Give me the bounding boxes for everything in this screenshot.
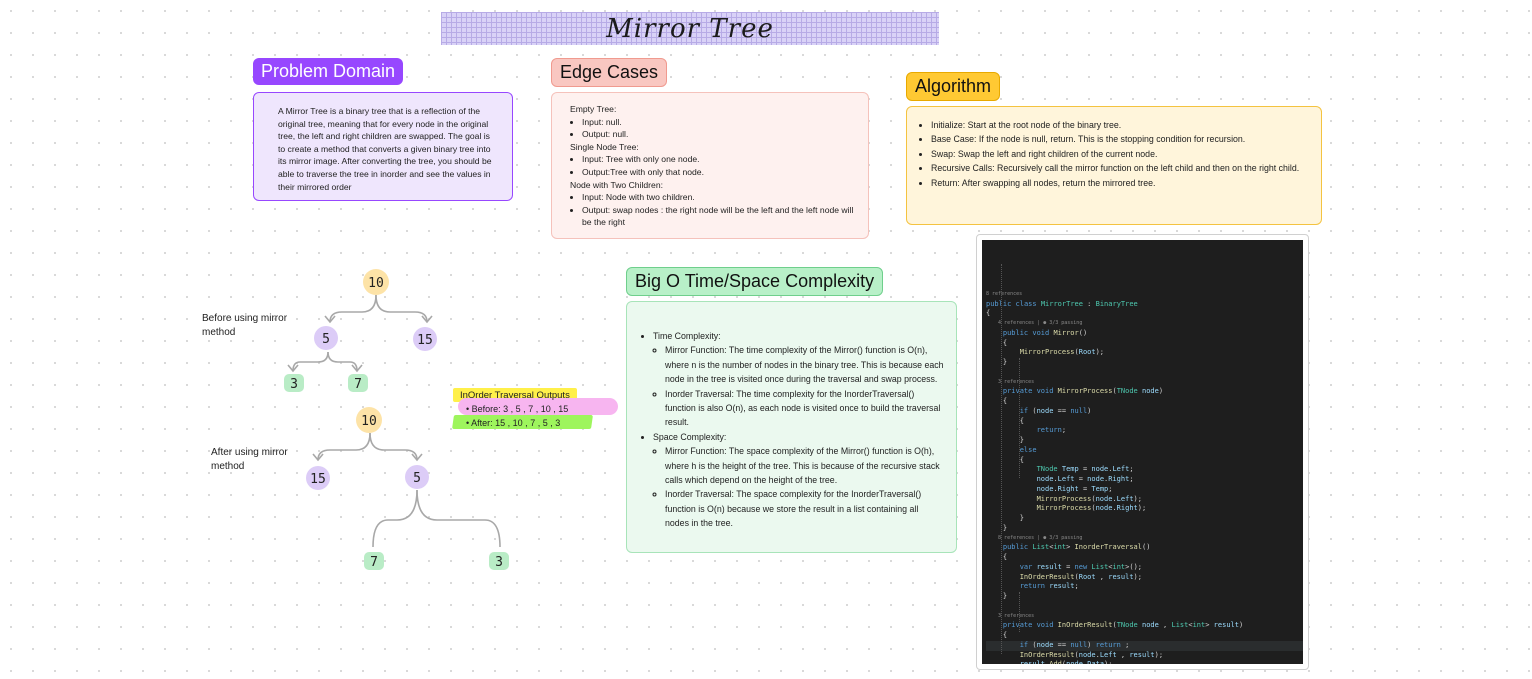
tree-after-left-value: 15 [310,472,326,487]
code-line: public List<int> InorderTraversal() [1002,543,1151,552]
tree-before-root-value: 10 [368,276,384,291]
code-line: node.Left = node.Right; [1036,475,1134,483]
big-o-section-title: Time Complexity: [653,331,721,341]
algorithm-step: Swap: Swap the left and right children o… [931,147,1311,161]
code-line: } [986,358,1008,366]
tree-before-left-value: 5 [322,332,330,347]
page-title: Mirror Tree [606,13,774,44]
code-line: result.Add(node.Data); [986,660,1303,664]
code-line: { [986,338,1008,347]
tree-after-root-node: 10 [356,407,382,433]
algorithm-step: Initialize: Start at the root node of th… [931,118,1311,132]
code-line: InOrderResult(node.Left , result); [1019,650,1164,659]
tree-before-left-left-node: 3 [284,374,304,392]
code-codelens: 8 references [986,290,1023,297]
big-o-card: Time Complexity: Mirror Function: The tim… [626,301,957,553]
code-line: MirrorProcess(node.Left); [1036,494,1142,503]
big-o-list: Time Complexity: Mirror Function: The tim… [641,329,944,531]
code-line: { [986,397,1008,405]
algorithm-step: Return: After swapping all nodes, return… [931,176,1311,190]
code-line: var result = new List<int>(); [1019,562,1143,571]
code-codelens: 4 references | ● 3/3 passing [986,320,1083,326]
big-o-heading: Big O Time/Space Complexity [626,267,884,296]
code-codelens: 8 references | ● 3/3 passing [986,534,1083,541]
tree-before-left-left-value: 3 [290,377,298,392]
tree-after-right-node: 5 [405,465,429,489]
code-line: { [986,553,1008,561]
code-codelens: 3 references [986,612,1035,619]
tree-after-right-right-node: 3 [489,552,509,570]
big-o-section: Time Complexity: Mirror Function: The tim… [653,329,944,430]
code-editor: 8 references public class MirrorTree : Bi… [982,240,1303,664]
tree-after-left-node: 15 [306,466,330,490]
edge-case-item: Output:Tree with only that node. [582,166,858,179]
code-line: return; [1036,426,1067,435]
tree-before-left-right-value: 7 [354,377,362,392]
big-o-section-title: Space Complexity: [653,431,727,442]
code-line: } [986,523,1008,532]
algorithm-heading: Algorithm [906,72,1001,101]
code-line: } [986,514,1024,522]
code-codelens: 3 references [986,378,1035,385]
tree-after-right-left-value: 7 [370,555,378,570]
code-line: { [986,309,991,318]
tree-after-label: After using mirror method [211,447,288,472]
big-o-section: Space Complexity: Mirror Function: The sp… [653,430,944,531]
tree-before-left-right-node: 7 [348,374,368,392]
code-line: private void InOrderResult(TNode node , … [1002,621,1244,630]
tree-after-right-value: 5 [413,471,421,486]
tree-diagram: 10 5 15 3 7 10 15 5 7 3 [284,269,509,570]
tree-before-right-value: 15 [417,333,433,348]
code-line: node.Right = Temp; [1036,484,1113,493]
big-o-item: Mirror Function: The time complexity of … [665,343,944,386]
algorithm-step: Base Case: If the node is null, return. … [931,132,1311,146]
tree-before-left-node: 5 [314,326,338,350]
code-line: { [986,631,1008,639]
big-o-item: Mirror Function: The space complexity of… [665,444,944,487]
big-o-item: Inorder Traversal: The time complexity f… [665,387,944,430]
code-line: public void Mirror() [1002,328,1088,337]
code-snippet-frame: 8 references public class MirrorTree : Bi… [976,234,1309,670]
tree-before-right-node: 15 [413,327,437,351]
inorder-title: InOrder Traversal Outputs [460,390,570,401]
algorithm-list: Initialize: Start at the root node of th… [919,118,1311,190]
algorithm-step: Recursive Calls: Recursively call the mi… [931,161,1311,175]
tree-before-root-node: 10 [363,269,389,295]
inorder-before: • Before: 3 , 5 , 7 , 10 , 15 [466,404,569,414]
code-line: if (node == null) [1019,406,1092,415]
code-line: return result; [1019,582,1079,591]
tree-after-right-right-value: 3 [495,555,503,570]
code-line: } [986,436,1024,444]
code-line: { [986,416,1024,425]
algorithm-card: Initialize: Start at the root node of th… [906,106,1322,225]
code-line: TNode Temp = node.Left; [1036,465,1134,474]
tree-after-right-left-node: 7 [364,552,384,570]
big-o-item: Inorder Traversal: The space complexity … [665,487,944,530]
inorder-after: • After: 15 , 10 , 7 , 5 , 3 [466,418,561,428]
code-line: public class MirrorTree : BinaryTree [986,299,1138,308]
tree-after-root-value: 10 [361,414,377,429]
tree-before-label: Before using mirror method [202,313,288,338]
code-line: InOrderResult(Root , result); [1019,572,1142,581]
code-line: MirrorProcess(node.Right); [1036,504,1147,513]
code-line: } [986,592,1008,600]
edge-case-item: Input: Node with two children. [582,191,858,204]
edge-case-item: Input: Tree with only one node. [582,153,858,166]
code-line: else [1019,445,1037,454]
edge-case-item: Input: null. [582,116,858,129]
code-line: { [986,455,1024,464]
edge-case-item: Output: null. [582,128,858,141]
code-line: private void MirrorProcess(TNode node) [1002,387,1164,396]
code-line: if (node == null) return ; [986,640,1303,651]
code-line: MirrorProcess(Root); [1019,348,1105,357]
edge-case-item: Output: swap nodes : the right node will… [582,204,858,229]
